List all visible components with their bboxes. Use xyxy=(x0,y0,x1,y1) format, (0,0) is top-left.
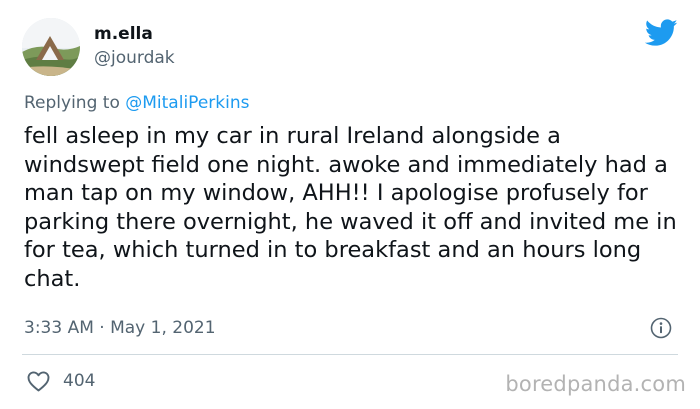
tweet-timestamp[interactable]: 3:33 AM · May 1, 2021 xyxy=(24,318,216,338)
tweet-text: fell asleep in my car in rural Ireland a… xyxy=(24,123,677,292)
divider xyxy=(22,354,678,355)
avatar[interactable] xyxy=(22,18,80,76)
user-handle[interactable]: @jourdak xyxy=(94,48,175,68)
like-count: 404 xyxy=(63,371,96,391)
heart-icon[interactable] xyxy=(26,370,51,392)
reply-prefix: Replying to xyxy=(24,93,126,113)
info-icon[interactable] xyxy=(650,317,672,339)
twitter-bird-icon[interactable] xyxy=(645,19,678,47)
landscape-avatar-icon xyxy=(22,18,80,76)
reply-mention-link[interactable]: @MitaliPerkins xyxy=(125,93,249,113)
watermark: boredpanda.com xyxy=(505,372,686,396)
display-name[interactable]: m.ella xyxy=(94,24,153,44)
reply-context: Replying to @MitaliPerkins xyxy=(24,93,249,113)
